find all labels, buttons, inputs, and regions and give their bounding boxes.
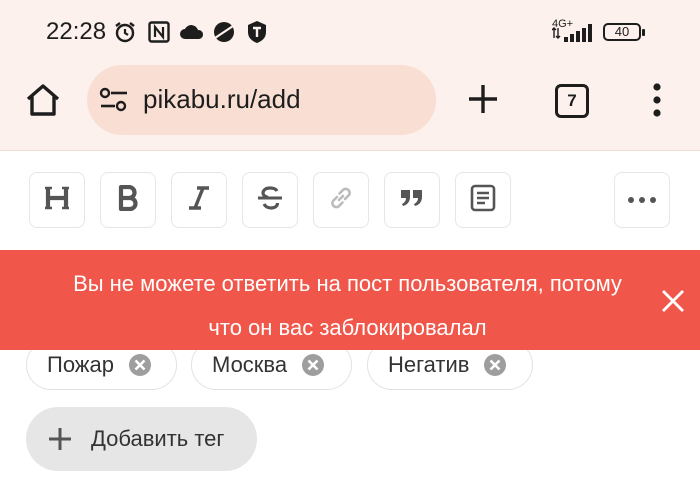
plus-icon[interactable]: [466, 82, 500, 116]
tag-label: Негатив: [388, 352, 470, 377]
italic-icon: [187, 185, 211, 216]
remove-tag-icon[interactable]: [128, 353, 152, 377]
cloud-icon: [179, 19, 205, 45]
toast-message-line: что он вас заблокировалал: [208, 315, 487, 340]
remove-tag-icon[interactable]: [301, 353, 325, 377]
italic-button[interactable]: [171, 172, 227, 228]
signal-icon: [551, 24, 594, 47]
bold-icon: [117, 184, 139, 216]
toast-message-line: Вы не можете ответить на пост пользовате…: [73, 271, 622, 296]
error-toast: Вы не можете ответить на пост пользовате…: [0, 250, 700, 350]
status-time: 22:28: [46, 18, 107, 45]
alarm-icon: [112, 19, 138, 45]
nfc-icon: [146, 19, 172, 45]
url-text[interactable]: pikabu.ru/add: [143, 84, 301, 115]
tag-label: Москва: [212, 352, 288, 377]
more-horiz-icon: [627, 191, 657, 209]
toast-message: Вы не можете ответить на пост пользовате…: [60, 262, 635, 350]
tag-label: Пожар: [47, 352, 114, 377]
more-options-button[interactable]: [614, 172, 670, 228]
heading-button[interactable]: [29, 172, 85, 228]
browser-toolbar: pikabu.ru/add 7: [0, 62, 700, 151]
tab-switcher-button[interactable]: 7: [555, 84, 589, 118]
link-button[interactable]: [313, 172, 369, 228]
strikethrough-button[interactable]: [242, 172, 298, 228]
heading-icon: [44, 185, 70, 216]
bold-button[interactable]: [100, 172, 156, 228]
quote-icon: [400, 188, 424, 213]
close-icon[interactable]: [660, 288, 686, 314]
link-icon: [327, 184, 355, 217]
planet-icon: [211, 19, 237, 45]
note-icon: [470, 184, 496, 217]
quote-button[interactable]: [384, 172, 440, 228]
home-icon[interactable]: [24, 81, 62, 119]
address-bar[interactable]: pikabu.ru/add: [87, 65, 436, 135]
more-vert-icon[interactable]: [646, 82, 668, 118]
remove-tag-icon[interactable]: [483, 353, 507, 377]
site-settings-icon[interactable]: [99, 87, 129, 113]
vpn-icon: [244, 19, 270, 45]
plus-icon: [48, 427, 72, 451]
add-tag-button[interactable]: Добавить тег: [26, 407, 257, 471]
note-button[interactable]: [455, 172, 511, 228]
strikethrough-icon: [256, 185, 284, 216]
battery-indicator: 40: [603, 23, 645, 41]
add-tag-label: Добавить тег: [91, 426, 225, 451]
status-bar: 22:28 4G+ 40: [0, 0, 700, 62]
